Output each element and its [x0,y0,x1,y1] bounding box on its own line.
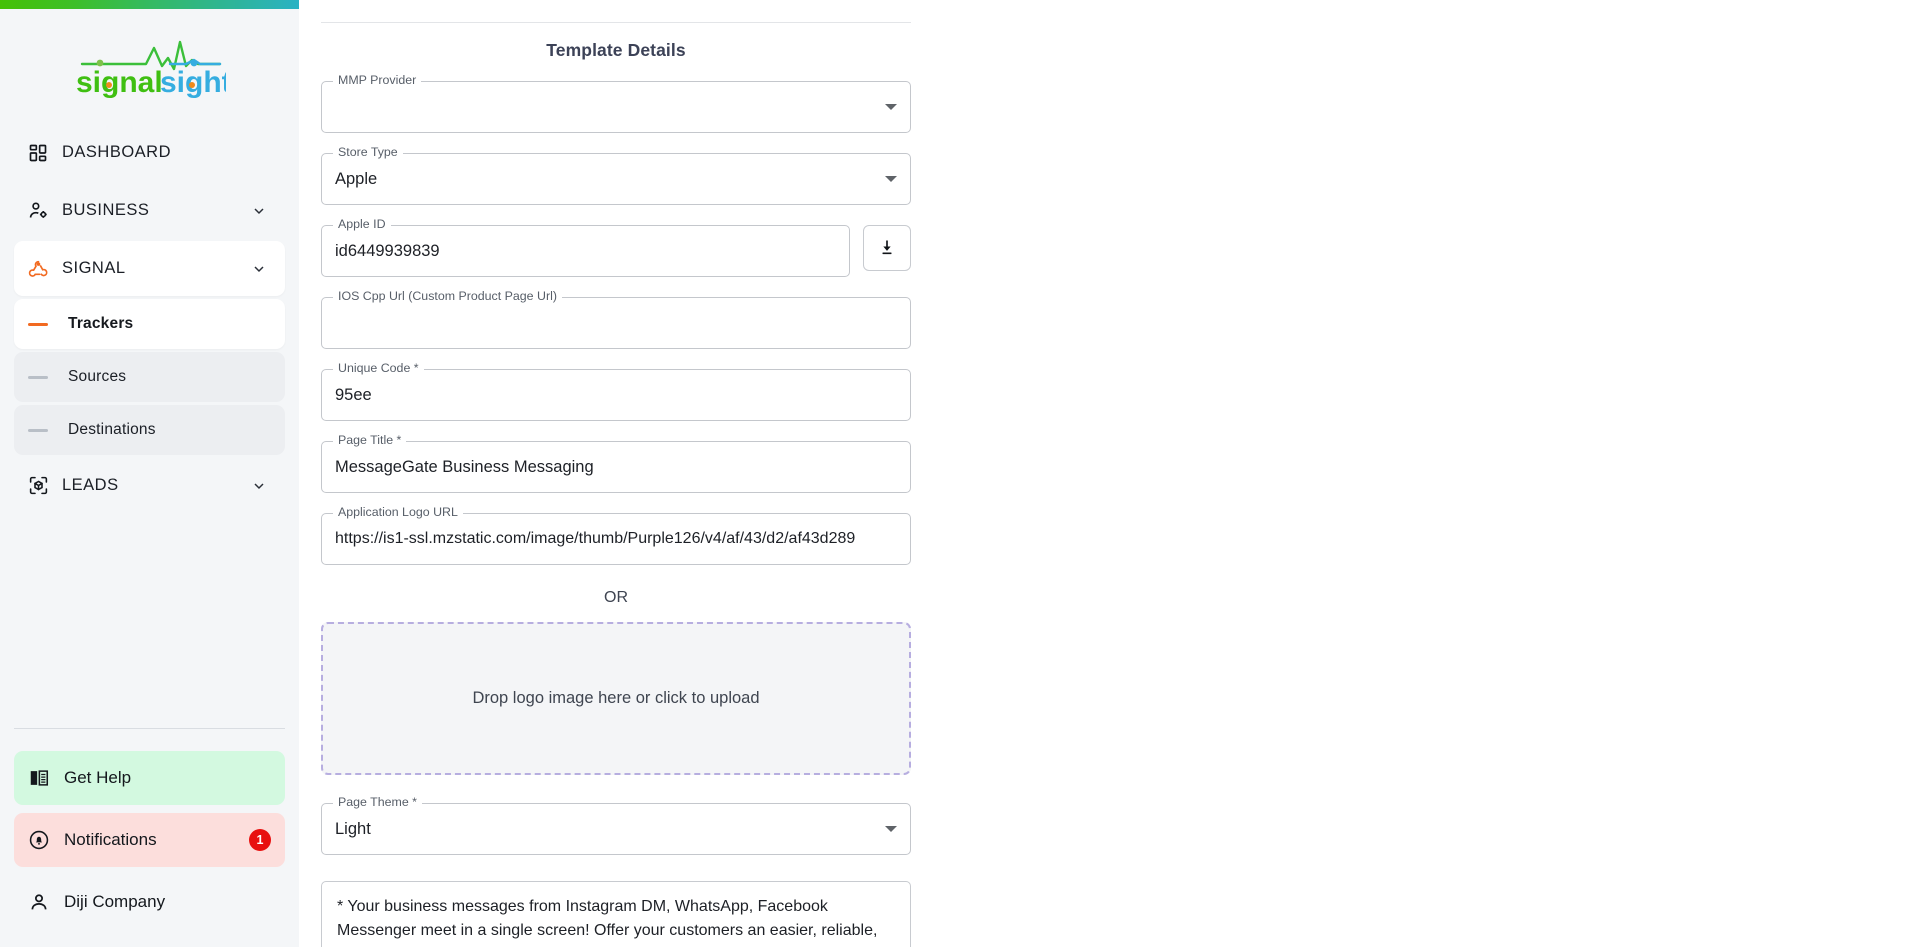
sidebar-item-trackers[interactable]: Trackers [14,299,285,349]
unique-code-label: Unique Code * [333,361,424,375]
sidebar-item-leads[interactable]: LEADS [14,458,285,513]
chevron-down-icon[interactable] [251,261,271,277]
notifications-button[interactable]: Notifications 1 [14,813,285,867]
store-type-label: Store Type [333,145,403,159]
dash-icon [28,322,58,326]
unique-code-value: 95ee [335,385,372,404]
main-content: Template Details MMP Provider Store Type… [299,0,1905,947]
app-root: signal sight DASHBOARD BUSINESS SIGNAL T… [0,0,1905,947]
apple-id-row: Apple ID id6449939839 [321,205,911,277]
user-settings-icon [28,200,58,221]
ios-cpp-url-label: IOS Cpp Url (Custom Product Page Url) [333,289,562,303]
sidebar-divider [14,728,285,729]
get-help-button[interactable]: Get Help [14,751,285,805]
primary-navigation: DASHBOARD BUSINESS SIGNAL Trackers Sourc… [0,125,299,516]
sidebar-item-sources[interactable]: Sources [14,352,285,402]
chevron-down-icon[interactable] [251,478,271,494]
sidebar-item-label: Trackers [68,315,134,332]
ios-cpp-url-input[interactable]: IOS Cpp Url (Custom Product Page Url) [321,289,911,349]
get-help-label: Get Help [64,768,132,787]
download-icon [882,240,892,255]
unique-code-input[interactable]: Unique Code * 95ee [321,361,911,421]
sidebar-item-label: LEADS [62,476,119,494]
dash-icon [28,428,58,432]
chevron-down-icon[interactable] [885,176,897,182]
application-logo-url-label: Application Logo URL [333,505,463,519]
application-logo-url-input[interactable]: Application Logo URL https://is1-ssl.mzs… [321,505,911,565]
page-title: Template Details [546,40,686,60]
book-icon [28,767,60,789]
svg-text:sight: sight [160,66,226,98]
description-text: * Your business messages from Instagram … [337,898,878,947]
description-textarea[interactable]: * Your business messages from Instagram … [321,881,911,947]
sidebar-item-dashboard[interactable]: DASHBOARD [14,125,285,180]
application-logo-url-value: https://is1-ssl.mzstatic.com/image/thumb… [335,530,856,547]
cube-scan-icon [28,475,58,496]
page-title-value: MessageGate Business Messaging [335,457,594,476]
sidebar-item-business[interactable]: BUSINESS [14,183,285,238]
dash-icon [28,375,58,379]
chevron-down-icon[interactable] [885,826,897,832]
chevron-down-icon[interactable] [885,104,897,110]
webhook-icon [28,258,58,279]
sidebar-bottom-navigation: Get Help Notifications 1 Diji Company [0,751,299,947]
mmp-provider-label: MMP Provider [333,73,422,87]
dashboard-grid-icon [28,143,58,163]
apple-id-value: id6449939839 [335,241,440,260]
dropzone-label: Drop logo image here or click to upload [472,689,760,707]
sidebar-item-signal[interactable]: SIGNAL [14,241,285,296]
or-separator-label: OR [604,589,628,606]
ios-cpp-url-value [335,297,871,349]
svg-text:signal: signal [76,66,163,98]
company-name-label: Diji Company [64,892,166,911]
person-icon [28,891,60,913]
top-divider [321,22,911,23]
page-title-input[interactable]: Page Title * MessageGate Business Messag… [321,433,911,493]
mmp-provider-select[interactable]: MMP Provider [321,73,911,133]
store-type-value: Apple [335,169,378,188]
store-type-select[interactable]: Store Type Apple [321,145,911,205]
notification-badge: 1 [249,829,271,851]
template-details-form: Template Details MMP Provider Store Type… [321,0,911,947]
logo-dropzone[interactable]: Drop logo image here or click to upload [321,622,911,775]
account-company-button[interactable]: Diji Company [14,875,285,929]
sidebar: signal sight DASHBOARD BUSINESS SIGNAL T… [0,0,299,947]
chevron-down-icon[interactable] [251,203,271,219]
apple-id-label: Apple ID [333,217,391,231]
page-theme-select[interactable]: Page Theme * Light [321,795,911,855]
sidebar-item-label: BUSINESS [62,201,150,219]
signalsight-logo-icon: signal sight [76,40,226,98]
sidebar-item-label: SIGNAL [62,259,126,277]
brand-gradient-bar [0,0,299,9]
sidebar-item-label: Destinations [68,421,156,438]
sidebar-item-label: Sources [68,368,127,385]
sidebar-item-label: DASHBOARD [62,143,172,161]
sidebar-item-destinations[interactable]: Destinations [14,405,285,455]
page-theme-value: Light [335,819,371,838]
apple-id-input[interactable]: Apple ID id6449939839 [321,217,850,277]
bell-alert-icon [28,829,60,851]
download-button[interactable] [863,225,911,271]
page-title-field-label: Page Title * [333,433,407,447]
notifications-label: Notifications [64,830,157,849]
page-theme-label: Page Theme * [333,795,422,809]
app-logo[interactable]: signal sight [0,9,299,125]
mmp-provider-value [335,81,871,133]
